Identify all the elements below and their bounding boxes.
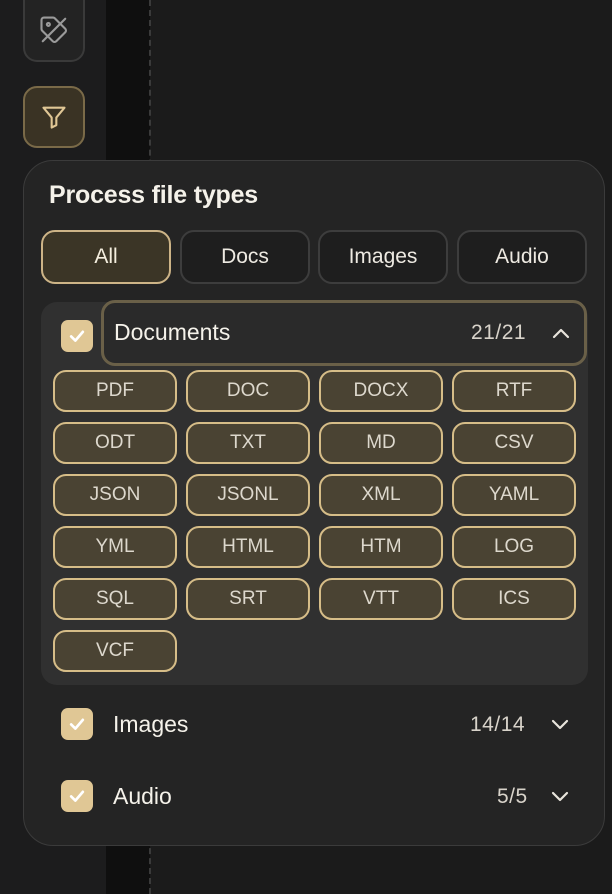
file-type-chip-pdf[interactable]: PDF <box>53 370 177 412</box>
file-type-chip-sql[interactable]: SQL <box>53 578 177 620</box>
checkmark-icon <box>69 330 85 342</box>
file-type-chip-doc[interactable]: DOC <box>186 370 310 412</box>
filter-button[interactable] <box>23 86 85 148</box>
tab-audio[interactable]: Audio <box>457 230 587 284</box>
file-type-chip-ics[interactable]: ICS <box>452 578 576 620</box>
chevron-up-icon <box>552 328 570 339</box>
audio-label: Audio <box>113 783 172 809</box>
tag-off-icon <box>40 16 68 44</box>
images-checkbox[interactable] <box>61 708 93 740</box>
filter-icon <box>42 106 66 129</box>
tab-docs[interactable]: Docs <box>180 230 310 284</box>
file-type-chip-rtf[interactable]: RTF <box>452 370 576 412</box>
audio-count: 5/5 <box>497 785 528 808</box>
chevron-down-icon <box>551 791 569 802</box>
tab-all[interactable]: All <box>41 230 171 284</box>
images-label: Images <box>113 711 189 737</box>
file-type-chip-vcf[interactable]: VCF <box>53 630 177 672</box>
chevron-down-icon <box>551 719 569 730</box>
file-type-chip-vtt[interactable]: VTT <box>319 578 443 620</box>
file-type-chip-jsonl[interactable]: JSONL <box>186 474 310 516</box>
images-group-row[interactable]: Images 14/14 <box>41 701 588 753</box>
documents-header[interactable]: Documents 21/21 <box>101 300 587 366</box>
file-type-chip-htm[interactable]: HTM <box>319 526 443 568</box>
tag-off-button[interactable] <box>23 0 85 62</box>
file-type-chip-yml[interactable]: YML <box>53 526 177 568</box>
file-type-chip-txt[interactable]: TXT <box>186 422 310 464</box>
audio-group-row[interactable]: Audio 5/5 <box>41 773 588 825</box>
documents-label: Documents <box>114 319 231 345</box>
checkmark-icon <box>69 790 85 802</box>
file-type-chip-odt[interactable]: ODT <box>53 422 177 464</box>
images-count: 14/14 <box>470 713 526 736</box>
file-type-chip-json[interactable]: JSON <box>53 474 177 516</box>
file-type-chip-docx[interactable]: DOCX <box>319 370 443 412</box>
documents-count: 21/21 <box>471 321 527 344</box>
tab-images[interactable]: Images <box>318 230 448 284</box>
file-type-chip-yaml[interactable]: YAML <box>452 474 576 516</box>
file-type-chip-log[interactable]: LOG <box>452 526 576 568</box>
panel-title: Process file types <box>49 181 259 209</box>
file-type-chip-xml[interactable]: XML <box>319 474 443 516</box>
file-type-chip-srt[interactable]: SRT <box>186 578 310 620</box>
documents-checkbox[interactable] <box>61 320 93 352</box>
file-type-chip-csv[interactable]: CSV <box>452 422 576 464</box>
file-type-chip-html[interactable]: HTML <box>186 526 310 568</box>
audio-checkbox[interactable] <box>61 780 93 812</box>
checkmark-icon <box>69 718 85 730</box>
file-type-chip-md[interactable]: MD <box>319 422 443 464</box>
file-types-panel: Process file types All Docs Images Audio… <box>23 160 605 846</box>
